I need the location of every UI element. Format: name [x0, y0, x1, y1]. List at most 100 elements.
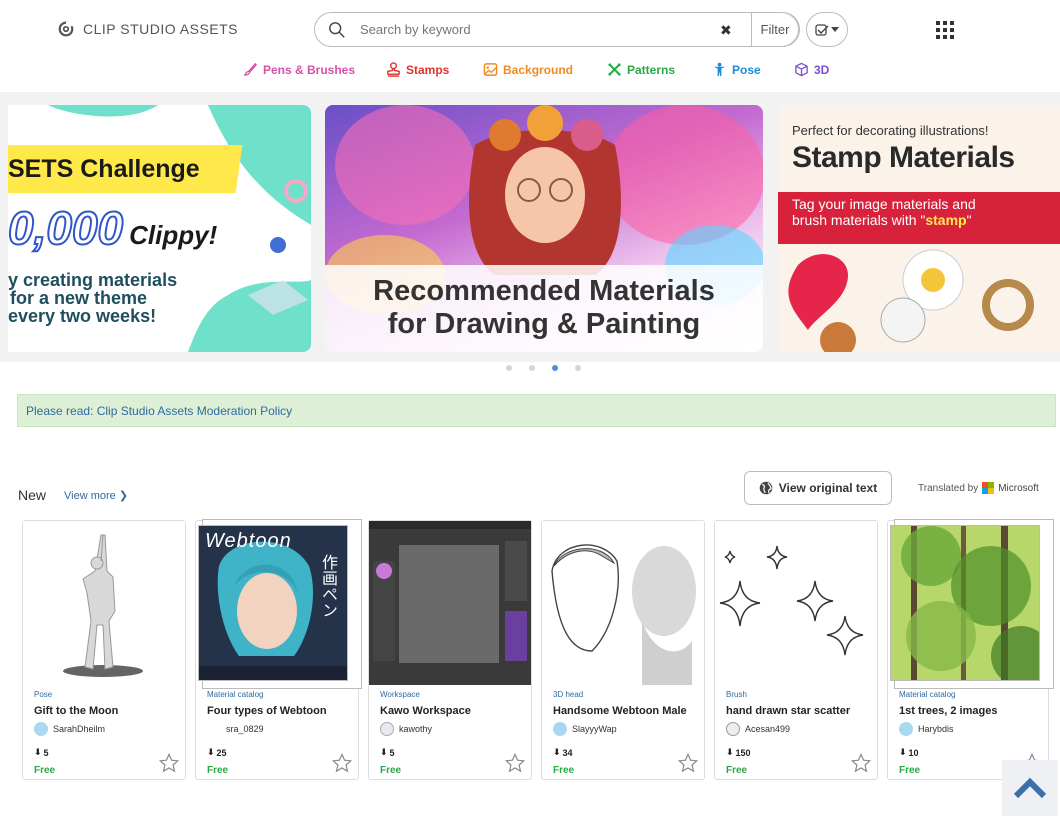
card-author[interactable]: Harybdis: [899, 722, 954, 736]
favorite-star-icon[interactable]: [678, 753, 698, 773]
card-price: Free: [899, 765, 921, 776]
category-3d[interactable]: 3D: [794, 62, 829, 77]
workspace-thumb: [369, 521, 531, 685]
card-download-count: 25: [216, 747, 227, 758]
favorite-star-icon[interactable]: [505, 753, 525, 773]
card-author[interactable]: sra_0829: [207, 722, 264, 736]
card-price: Free: [553, 765, 575, 776]
card-title[interactable]: Handsome Webtoon Male: [553, 705, 687, 717]
card-thumbnail[interactable]: [369, 521, 531, 685]
logo[interactable]: CLIP STUDIO ASSETS: [57, 20, 238, 38]
avatar: [899, 722, 913, 736]
banner2-title-line1: Recommended Materials: [373, 275, 715, 307]
banner-stamp-materials[interactable]: Perfect for decorating illustrations! St…: [778, 105, 1060, 352]
moderation-notice[interactable]: Please read: Clip Studio Assets Moderati…: [17, 394, 1056, 427]
material-card[interactable]: Pose Gift to the Moon SarahDheilm ⬇ 5 Fre…: [22, 520, 186, 780]
chevron-up-icon: [1013, 777, 1047, 799]
banner1-prize: 0,000 Clippy!: [8, 201, 217, 255]
category-pose[interactable]: Pose: [712, 62, 761, 77]
card-title[interactable]: hand drawn star scatter: [726, 705, 850, 717]
card-type[interactable]: Brush: [726, 690, 747, 699]
cube-icon: [795, 62, 808, 77]
banner3-subtitle-stamp: stamp: [925, 212, 967, 228]
logo-text: CLIP STUDIO ASSETS: [83, 21, 239, 37]
banner3-subtitle-line2: brush materials with "stamp": [792, 212, 976, 228]
trees-thumb: [891, 526, 1039, 680]
card-download-count: 34: [562, 747, 573, 758]
category-pens-brushes[interactable]: Pens & Brushes: [243, 62, 355, 77]
card-author-name: kawothy: [399, 724, 433, 734]
card-thumbnail[interactable]: [715, 521, 877, 685]
search-icon[interactable]: [328, 21, 346, 39]
apps-grid-icon[interactable]: [936, 21, 954, 39]
avatar: [726, 722, 740, 736]
category-patterns[interactable]: Patterns: [607, 62, 675, 77]
card-author[interactable]: Acesan499: [726, 722, 790, 736]
card-type[interactable]: 3D head: [553, 690, 583, 699]
card-downloads: ⬇ 5: [34, 747, 49, 758]
search-bar: ✖ Filter: [314, 12, 800, 47]
banner-assets-challenge[interactable]: SETS Challenge 0,000 Clippy! y creating …: [8, 105, 311, 352]
favorite-star-icon[interactable]: [851, 753, 871, 773]
card-type[interactable]: Material catalog: [207, 690, 263, 699]
card-type[interactable]: Workspace: [380, 690, 420, 699]
view-original-text-button[interactable]: View original text: [744, 471, 892, 505]
chevron-down-icon: [831, 26, 839, 32]
banner3-subtitle-line1: Tag your image materials and: [792, 196, 976, 212]
carousel-dot-1[interactable]: [506, 365, 512, 371]
moderation-notice-link[interactable]: Please read: Clip Studio Assets Moderati…: [26, 404, 292, 418]
category-background[interactable]: Background: [483, 62, 573, 77]
view-more-link[interactable]: View more ❯: [64, 489, 128, 502]
image-icon: [483, 63, 498, 76]
banner-recommended-materials[interactable]: Recommended Materials for Drawing & Pain…: [325, 105, 763, 352]
card-thumbnail[interactable]: [542, 521, 704, 685]
banner1-subtitle: y creating materials for a new theme eve…: [8, 271, 177, 325]
carousel-dot-2[interactable]: [529, 365, 535, 371]
card-title[interactable]: Kawo Workspace: [380, 705, 471, 717]
card-title[interactable]: Four types of Webtoon: [207, 705, 327, 717]
card-downloads: ⬇ 5: [380, 747, 395, 758]
card-author[interactable]: SlayyyWap: [553, 722, 617, 736]
banner2-title: Recommended Materials for Drawing & Pain…: [325, 275, 763, 341]
scroll-to-top-button[interactable]: [1002, 760, 1058, 816]
card-download-count: 150: [735, 747, 751, 758]
card-author-name: SarahDheilm: [53, 724, 106, 734]
material-card[interactable]: 3D head Handsome Webtoon Male SlayyyWap …: [541, 520, 705, 780]
card-author[interactable]: kawothy: [380, 722, 432, 736]
card-type[interactable]: Pose: [34, 690, 52, 699]
material-card[interactable]: Material catalog 1st trees, 2 images Har…: [887, 519, 1054, 780]
favorite-star-icon[interactable]: [332, 753, 352, 773]
card-author-name: sra_0829: [226, 724, 264, 734]
card-downloads: ⬇ 150: [726, 747, 751, 758]
card-author-name: Acesan499: [745, 724, 791, 734]
category-stamps[interactable]: Stamps: [386, 62, 449, 77]
banner1-subtitle-line3: every two weeks!: [8, 306, 157, 326]
material-card[interactable]: Webtoon 作画ペン Material catalog Four types…: [195, 519, 362, 780]
card-author[interactable]: SarahDheilm: [34, 722, 105, 736]
pose-icon: [713, 62, 726, 77]
carousel-dot-4[interactable]: [575, 365, 581, 371]
carousel-dot-3[interactable]: [552, 365, 558, 371]
material-card[interactable]: Brush hand drawn star scatter Acesan499 …: [714, 520, 878, 780]
search-input[interactable]: [360, 22, 690, 37]
chevron-right-icon: ❯: [118, 490, 129, 502]
sort-dropdown-button[interactable]: [806, 12, 848, 47]
card-author-name: Harybdis: [918, 724, 954, 734]
card-type[interactable]: Material catalog: [899, 690, 955, 699]
clear-icon[interactable]: ✖: [720, 22, 732, 39]
banner1-prize-number: 0,000: [8, 201, 124, 255]
card-title[interactable]: Gift to the Moon: [34, 705, 118, 717]
card-thumbnail[interactable]: [890, 525, 1040, 681]
material-card[interactable]: Workspace Kawo Workspace kawothy ⬇ 5 Free: [368, 520, 532, 780]
card-thumbnail[interactable]: [23, 521, 185, 685]
translated-by-text: Translated by: [918, 482, 979, 494]
favorite-star-icon[interactable]: [159, 753, 179, 773]
card-title[interactable]: 1st trees, 2 images: [899, 705, 997, 717]
check-box-icon: [815, 23, 829, 36]
avatar: [553, 722, 567, 736]
banner1-title: SETS Challenge: [8, 155, 200, 183]
microsoft-logo-icon: [982, 482, 995, 494]
card-thumbnail[interactable]: Webtoon 作画ペン: [198, 525, 348, 681]
section-title: New: [18, 487, 47, 503]
filter-button[interactable]: Filter: [751, 12, 799, 47]
